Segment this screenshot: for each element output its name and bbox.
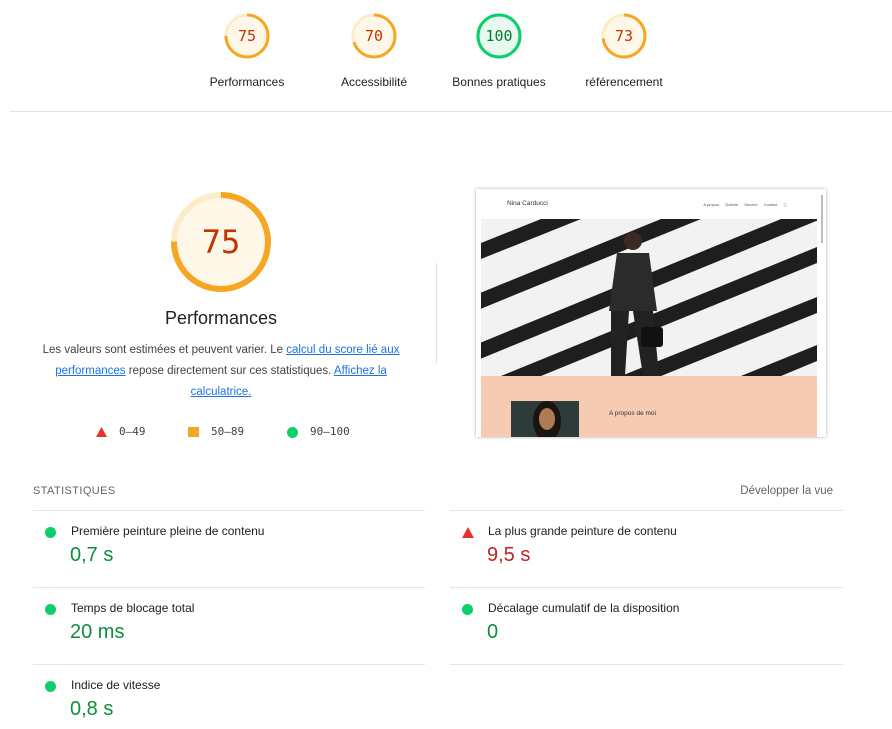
poor-triangle-icon [462,527,474,538]
metric-label: Première peinture pleine de contenu [71,524,265,538]
scrollbar[interactable] [821,195,823,243]
category-score: 70 [364,27,384,45]
square-icon [188,427,199,437]
category-gauge-best-practices[interactable]: 100 Bonnes pratiques [444,10,554,89]
site-name: Nina Carducci [507,200,548,207]
category-label: Accessibilité [340,75,408,89]
header-divider [10,111,892,112]
metric-label: Temps de blocage total [71,601,195,615]
divider [450,510,843,511]
legend-item-good: 90–100 [287,425,350,438]
category-score: 75 [237,27,257,45]
portrait-photo [511,401,579,437]
category-gauge-performance[interactable]: 75 Performances [192,10,302,89]
metric-label: La plus grande peinture de contenu [488,524,677,538]
metric-value: 20 ms [70,621,125,643]
category-score: 100 [485,27,513,45]
nav-item: Contact [763,202,778,207]
metric-value: 0,7 s [70,544,114,566]
final-screenshot: Nina Carducci A propos Galerie Service C… [476,189,826,437]
category-gauge-accessibility[interactable]: 70 Accessibilité [319,10,429,89]
stats-heading: STATISTIQUES [33,485,116,497]
performance-gauge: 75 [168,189,274,295]
legend-range: 0–49 [119,425,146,438]
section-divider [436,263,437,363]
divider [450,664,843,665]
hero-image [481,219,817,376]
good-circle-icon [45,604,56,615]
good-circle-icon [462,604,473,615]
divider [33,587,425,588]
legend-range: 90–100 [310,425,350,438]
crosswalk-photo [481,219,817,376]
performance-score: 75 [201,223,241,261]
category-label: référencement [585,75,663,89]
legend-range: 50–89 [211,425,245,438]
performance-description: Les valeurs sont estimées et peuvent var… [40,340,402,403]
nav-item: Galerie [725,202,739,207]
legend-item-average: 50–89 [188,425,244,438]
performance-title: Performances [164,308,278,328]
category-score: 73 [614,27,634,45]
portrait-image [511,401,579,437]
legend-item-poor: 0–49 [96,425,146,438]
good-circle-icon [45,681,56,692]
divider [33,664,425,665]
expand-view-button[interactable]: Développer la vue [740,485,833,497]
circle-icon [287,426,298,438]
nav-item: Service [744,202,758,207]
good-circle-icon [45,527,56,538]
gauge-ring: 73 [598,10,650,62]
description-text: Les valeurs sont estimées et peuvent var… [42,344,287,356]
gauge-ring: 70 [348,10,400,62]
category-label: Bonnes pratiques [452,75,546,89]
gauge-ring: 100 [473,10,525,62]
divider [33,510,425,511]
category-label: Performances [209,75,285,89]
metric-value: 0,8 s [70,698,114,720]
site-nav: A propos Galerie Service Contact ◻ [698,202,787,207]
category-gauge-seo[interactable]: 73 référencement [569,10,679,89]
metric-label: Décalage cumulatif de la disposition [488,601,680,615]
site-header: Nina Carducci A propos Galerie Service C… [481,189,817,219]
metric-value: 0 [487,621,499,643]
about-title: A propos de moi [609,410,656,417]
description-text: repose directement sur ces statistiques. [125,365,334,377]
gauge-ring: 75 [221,10,273,62]
divider [450,587,843,588]
about-section: A propos de moi [481,376,817,437]
nav-item: A propos [703,202,720,207]
metric-value: 9,5 s [487,544,531,566]
metric-label: Indice de vitesse [71,678,161,692]
triangle-icon [96,427,107,437]
instagram-icon: ◻ [783,202,787,207]
